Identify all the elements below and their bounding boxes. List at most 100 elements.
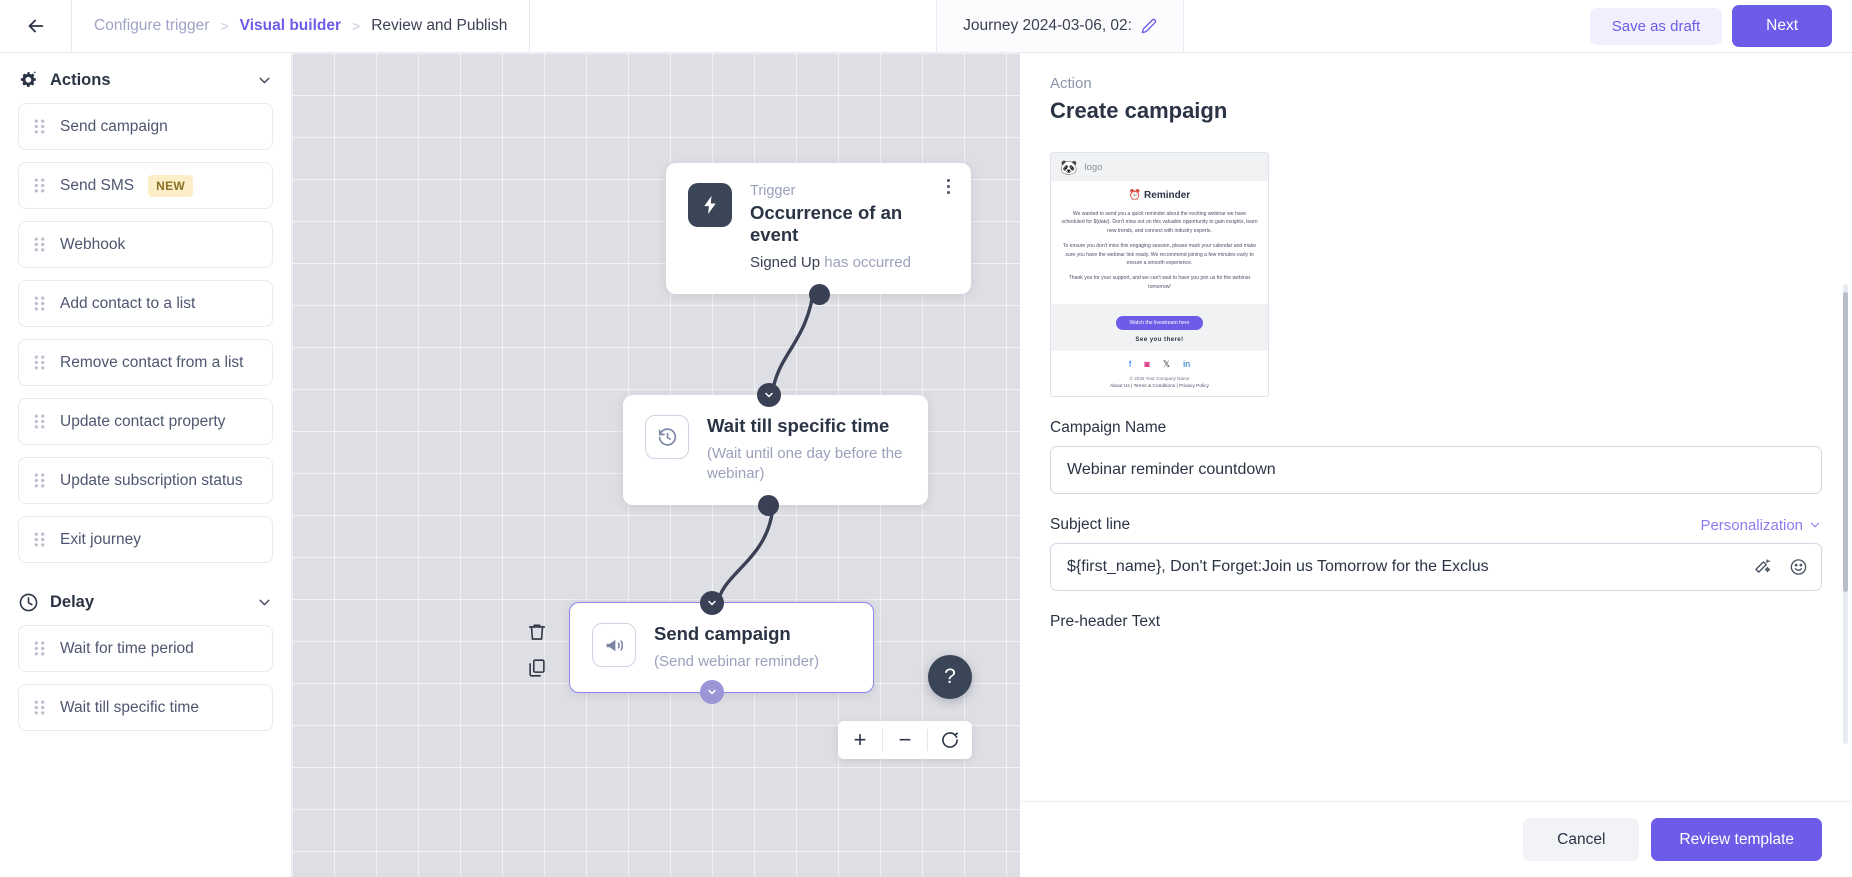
sidebar-item-label: Add contact to a list: [60, 294, 196, 312]
preview-body: ⏰ Reminder We wanted to send you a quick…: [1051, 181, 1268, 304]
connector-wait-to-campaign: [715, 508, 775, 606]
subject-line-label: Subject line: [1050, 516, 1131, 534]
instagram-icon[interactable]: ◙: [1144, 360, 1149, 369]
breadcrumb-review-publish[interactable]: Review and Publish: [371, 17, 507, 35]
sidebar-item-label: Send campaign: [60, 117, 168, 135]
zoom-in-button[interactable]: +: [838, 721, 882, 759]
sidebar-item-update-subscription-status[interactable]: Update subscription status: [18, 457, 273, 504]
node-wait-till-specific-time[interactable]: Wait till specific time (Wait until one …: [623, 383, 928, 516]
cancel-button[interactable]: Cancel: [1523, 817, 1640, 861]
reset-icon: [942, 732, 959, 748]
breadcrumb: Configure trigger > Visual builder > Rev…: [71, 0, 529, 52]
duplicate-icon[interactable]: [526, 657, 548, 679]
email-template-preview[interactable]: 🐼 logo ⏰ Reminder We wanted to send you …: [1050, 152, 1269, 398]
node-subject: Signed Up: [750, 254, 821, 272]
help-button[interactable]: ?: [928, 655, 972, 699]
panel-scrollbar-thumb[interactable]: [1843, 292, 1848, 592]
save-as-draft-button[interactable]: Save as draft: [1589, 7, 1723, 45]
personalization-label: Personalization: [1700, 516, 1803, 534]
sidebar-item-send-campaign[interactable]: Send campaign: [18, 103, 273, 150]
breadcrumb-visual-builder[interactable]: Visual builder: [240, 17, 341, 35]
subject-line-field: Subject line Personalization: [1050, 516, 1822, 592]
drag-handle-icon[interactable]: [33, 700, 46, 715]
preview-link-privacy[interactable]: Privacy Policy: [1179, 384, 1209, 389]
zoom-out-button[interactable]: −: [883, 721, 927, 759]
preview-heading: ⏰ Reminder: [1128, 190, 1191, 201]
breadcrumb-configure-trigger[interactable]: Configure trigger: [94, 17, 209, 35]
drag-handle-icon[interactable]: [33, 355, 46, 370]
page-title: Create campaign: [1050, 98, 1228, 123]
pencil-icon[interactable]: [1141, 18, 1157, 34]
journey-title-container: Journey 2024-03-06, 02:: [936, 0, 1184, 52]
drag-handle-icon[interactable]: [33, 119, 46, 134]
linkedin-icon[interactable]: in: [1183, 360, 1190, 369]
sidebar-section-actions[interactable]: Actions: [0, 53, 291, 103]
reset-view-button[interactable]: [928, 721, 972, 759]
facebook-icon[interactable]: f: [1129, 360, 1132, 369]
gear-sparkle-icon: [20, 70, 37, 88]
separator: |: [1176, 384, 1178, 390]
preview-signoff: See you there!: [1135, 336, 1184, 344]
preheader-label: Pre-header Text: [1050, 613, 1160, 631]
sidebar-item-add-contact-to-list[interactable]: Add contact to a list: [18, 280, 273, 327]
sidebar-item-webhook[interactable]: Webhook: [18, 221, 273, 268]
panel-header: Action Create campaign: [1020, 53, 1852, 134]
next-button[interactable]: Next: [1732, 5, 1832, 47]
node-icon-wrap: [645, 415, 689, 459]
panel-kicker: Action: [1050, 75, 1092, 92]
node-trigger-occurrence-of-an-event[interactable]: Trigger Occurrence of an event Signed Up…: [666, 163, 971, 305]
sidebar-section-delay[interactable]: Delay: [0, 575, 291, 625]
campaign-name-field: Campaign Name: [1050, 419, 1822, 495]
separator: |: [1131, 384, 1133, 390]
drag-handle-icon[interactable]: [33, 641, 46, 656]
drag-handle-icon[interactable]: [33, 178, 46, 193]
magic-wand-icon[interactable]: [1752, 558, 1771, 577]
node-send-campaign[interactable]: Send campaign (Send webinar reminder): [528, 591, 874, 705]
drag-handle-icon[interactable]: [33, 532, 46, 547]
sidebar-item-send-sms[interactable]: Send SMS NEW: [18, 162, 273, 209]
sidebar-item-update-contact-property[interactable]: Update contact property: [18, 398, 273, 445]
kebab-menu-icon[interactable]: [939, 177, 957, 195]
node-output-port[interactable]: [700, 680, 724, 705]
sidebar-item-wait-for-time-period[interactable]: Wait for time period: [18, 625, 273, 672]
journey-builder-app: Configure trigger > Visual builder > Rev…: [0, 0, 1852, 877]
node-output-port[interactable]: [758, 494, 779, 516]
sidebar-item-exit-journey[interactable]: Exit journey: [18, 516, 273, 563]
chevron-down-icon[interactable]: [256, 594, 273, 611]
node-subtitle: (Wait until one day before the webinar): [707, 445, 903, 483]
campaign-name-label: Campaign Name: [1050, 419, 1167, 437]
subject-line-header: Subject line Personalization: [1050, 516, 1822, 534]
drag-handle-icon[interactable]: [33, 296, 46, 311]
preheader-field: Pre-header Text: [1050, 613, 1822, 631]
node-content: Trigger Occurrence of an event Signed Up…: [666, 163, 971, 294]
preview-cta-button[interactable]: Watch the livestream here: [1116, 316, 1203, 331]
node-subtitle: (Send webinar reminder): [654, 653, 820, 671]
preview-paragraph: We wanted to send you a quick reminder a…: [1061, 211, 1258, 234]
emoji-icon[interactable]: [1789, 558, 1808, 577]
drag-handle-icon[interactable]: [33, 237, 46, 252]
node-input-port[interactable]: [757, 383, 781, 407]
x-twitter-icon[interactable]: 𝕏: [1163, 360, 1170, 369]
node-title: Send campaign: [654, 623, 791, 644]
sidebar-item-label: Webhook: [60, 235, 126, 253]
campaign-name-input[interactable]: [1050, 446, 1822, 495]
back-button[interactable]: [0, 0, 71, 52]
preview-link-about[interactable]: About Us: [1110, 384, 1130, 389]
preview-link-terms[interactable]: Terms & Conditions: [1134, 384, 1176, 389]
node-output-port[interactable]: [809, 283, 830, 305]
drag-handle-icon[interactable]: [33, 414, 46, 429]
sidebar-item-wait-till-specific-time[interactable]: Wait till specific time: [18, 684, 273, 731]
chevron-down-icon[interactable]: [256, 72, 273, 89]
topbar-left-spacer: [529, 0, 936, 52]
sidebar-item-remove-contact-from-list[interactable]: Remove contact from a list: [18, 339, 273, 386]
node-input-port[interactable]: [700, 591, 724, 615]
node-predicate: has occurred: [824, 254, 911, 272]
drag-handle-icon[interactable]: [33, 473, 46, 488]
flow-canvas[interactable]: Trigger Occurrence of an event Signed Up…: [292, 53, 1020, 877]
trash-icon[interactable]: [526, 621, 548, 643]
personalization-dropdown[interactable]: Personalization: [1700, 517, 1822, 534]
review-template-button[interactable]: Review template: [1651, 817, 1822, 861]
sidebar-section-title: Actions: [50, 71, 111, 89]
subject-line-input[interactable]: [1050, 543, 1822, 592]
